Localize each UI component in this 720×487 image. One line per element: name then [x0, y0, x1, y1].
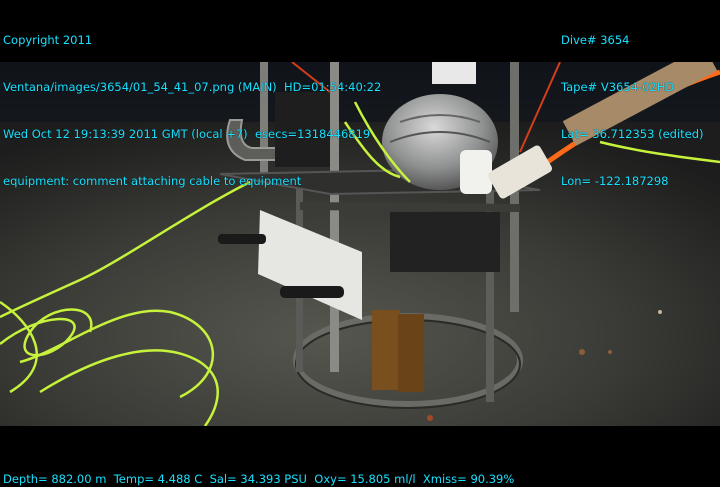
video-frame: Copyright 2011 Ventana/images/3654/01_54…: [0, 0, 720, 486]
image-path-text: Ventana/images/3654/01_54_41_07.png (MAI…: [3, 80, 382, 94]
sensor-readout: Depth= 882.00 m Temp= 4.488 C Sal= 34.39…: [3, 472, 515, 486]
dive-number-text: Dive# 3654: [561, 33, 630, 47]
copyright-text: Copyright 2011: [3, 33, 93, 47]
tape-number-text: Tape# V3654-02HD: [561, 80, 675, 94]
longitude-text: Lon= -122.187298: [561, 174, 669, 188]
comment-text: equipment: comment attaching cable to eq…: [3, 174, 302, 188]
timestamp-text: Wed Oct 12 19:13:39 2011 GMT (local +7) …: [3, 127, 371, 141]
latitude-text: Lat= 36.712353 (edited): [561, 127, 704, 141]
overlay-top-right: Dive# 3654 Tape# V3654-02HD Lat= 36.7123…: [561, 0, 704, 220]
overlay-top-left: Copyright 2011 Ventana/images/3654/01_54…: [3, 0, 381, 220]
